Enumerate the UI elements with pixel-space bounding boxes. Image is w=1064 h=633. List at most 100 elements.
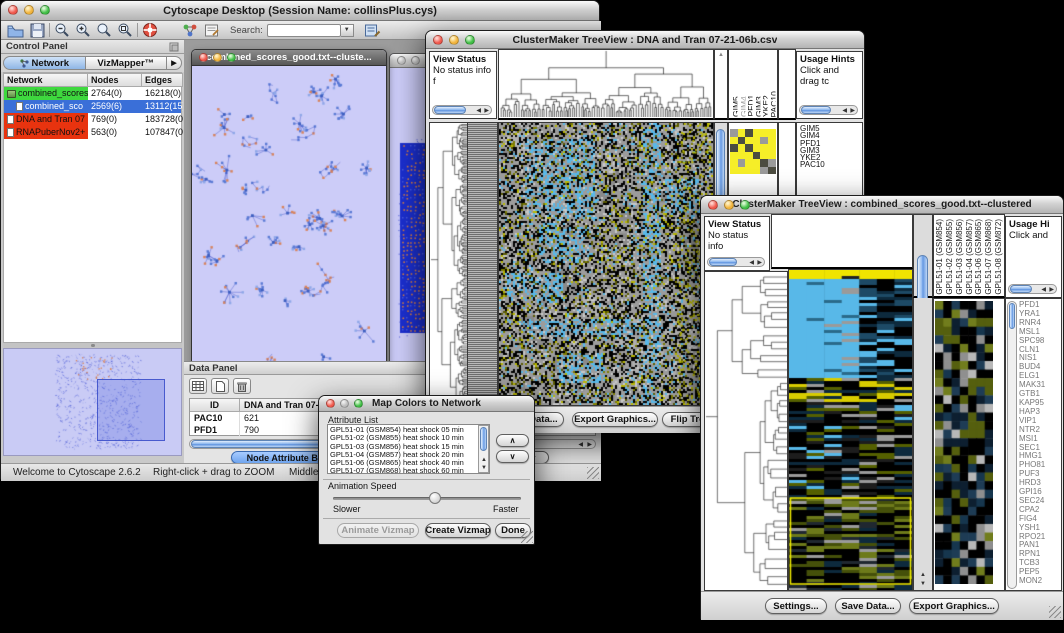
report-icon[interactable] [364, 23, 381, 38]
treeview2-column-dendrogram[interactable] [771, 214, 913, 269]
zoom-window-icon[interactable] [740, 200, 750, 210]
attribute-list-item[interactable]: GPL51-04 (GSM857) heat shock 20 min [330, 451, 487, 459]
scroll-left-icon[interactable]: ◀ [476, 108, 481, 114]
scroll-up-icon[interactable]: ▲ [920, 572, 926, 578]
column-label[interactable]: GIM5 [731, 96, 738, 117]
gene-list-scrollbar[interactable] [1007, 301, 1017, 589]
matrix-cell[interactable] [753, 137, 761, 145]
matrix-cell[interactable] [753, 167, 761, 175]
treeview2-titlebar[interactable]: ClusterMaker TreeView : combined_scores_… [701, 196, 1063, 214]
tab-network[interactable]: Network [3, 56, 86, 70]
minimize-icon[interactable] [24, 5, 34, 15]
scroll-right-icon[interactable]: ▶ [1049, 287, 1054, 293]
treeview1-heatmap[interactable] [498, 122, 714, 406]
zoom-window-icon[interactable] [227, 53, 236, 62]
network-row[interactable]: combined_scores_ 2764(0) 16218(0) [4, 87, 181, 100]
network-overview-panel[interactable] [3, 348, 182, 456]
matrix-cell[interactable] [760, 167, 768, 175]
matrix-cell[interactable] [768, 152, 776, 160]
minimize-icon[interactable] [340, 399, 349, 408]
scroll-right-icon[interactable]: ▶ [757, 260, 762, 266]
zoom-in-icon[interactable] [75, 22, 91, 38]
column-label[interactable]: GPL51-02 (GSM855) [945, 219, 954, 295]
attribute-list-item[interactable]: GPL51-07 (GSM868) heat shock 60 min [330, 467, 487, 474]
scroll-up-icon[interactable]: ▲ [718, 52, 724, 58]
scroll-left-icon[interactable]: ◀ [1041, 287, 1046, 293]
treeview2-column-labels[interactable]: GPL51-01 (GSM854)GPL51-02 (GSM855)GPL51-… [933, 214, 1005, 298]
matrix-cell[interactable] [730, 137, 738, 145]
column-label[interactable]: GPL51-06 (GSM865) [974, 219, 983, 295]
col-network[interactable]: Network [4, 73, 88, 87]
scroll-up-icon[interactable]: ▲ [481, 457, 487, 463]
network-table-header[interactable]: Network Nodes Edges [4, 73, 181, 87]
delete-attribute-button[interactable] [233, 378, 251, 394]
hscroll-thumb[interactable] [434, 106, 466, 114]
attribute-list-scrollbar[interactable]: ▲ ▼ [478, 425, 489, 473]
treeview2-row-dendrogram[interactable] [704, 271, 788, 591]
matrix-cell[interactable] [760, 152, 768, 160]
close-icon[interactable] [199, 53, 208, 62]
column-label[interactable]: YKE2 [761, 95, 768, 117]
matrix-cell[interactable] [768, 129, 776, 137]
search-input[interactable] [267, 24, 341, 37]
resize-grip[interactable] [1049, 606, 1061, 618]
zoom-window-icon[interactable] [354, 399, 363, 408]
scroll-right-icon[interactable]: ▶ [587, 442, 592, 448]
column-label[interactable]: PFD1 [746, 95, 753, 117]
move-down-button[interactable]: ∨ [496, 450, 529, 463]
matrix-cell[interactable] [745, 167, 753, 175]
col-nodes[interactable]: Nodes [88, 73, 142, 87]
matrix-cell[interactable] [730, 144, 738, 152]
treeview2-vscrollbar-lower[interactable]: ▲ ▼ [913, 298, 933, 591]
settings-button[interactable]: Settings... [765, 598, 827, 614]
zoom-window-icon[interactable] [465, 35, 475, 45]
search-dropdown-icon[interactable]: ▼ [341, 24, 354, 37]
matrix-cell[interactable] [738, 129, 746, 137]
resize-grip[interactable] [521, 531, 533, 543]
hscroll-thumb[interactable] [709, 258, 737, 266]
treeview1-row-labels-strip[interactable] [468, 122, 498, 406]
close-icon[interactable] [8, 5, 18, 15]
tab-overflow-button[interactable]: ▶ [167, 56, 182, 70]
matrix-cell[interactable] [760, 129, 768, 137]
network-row[interactable]: DNA and Tran 07 769(0) 183728(0) [4, 113, 181, 126]
attribute-list-item[interactable]: GPL51-03 (GSM856) heat shock 15 min [330, 443, 487, 451]
create-vizmap-button[interactable]: Create Vizmap [425, 523, 491, 538]
close-icon[interactable] [433, 35, 443, 45]
zoom-window-icon[interactable] [40, 5, 50, 15]
move-up-button[interactable]: ∧ [496, 434, 529, 447]
vizmapper-icon[interactable] [182, 23, 198, 38]
help-lifering-icon[interactable] [142, 22, 158, 38]
attribute-list-item[interactable]: GPL51-06 (GSM865) heat shock 40 min [330, 459, 487, 467]
matrix-cell[interactable] [738, 152, 746, 160]
matrix-cell[interactable] [768, 137, 776, 145]
heatmap-canvas[interactable] [499, 123, 713, 405]
zoom-out-icon[interactable] [54, 22, 70, 38]
matrix-cell[interactable] [738, 144, 746, 152]
column-label[interactable]: GIM4 [739, 96, 746, 117]
network-graph-canvas[interactable] [192, 66, 386, 361]
save-data-button[interactable]: Save Data... [835, 598, 901, 614]
column-label[interactable]: GPL51-08 (GSM872) [994, 219, 1003, 295]
network-row[interactable]: RNAPuberNov2+ 563(0) 107847(0) [4, 126, 181, 139]
animation-speed-slider-thumb[interactable] [429, 492, 441, 504]
animate-vizmap-button[interactable]: Animate Vizmap [337, 523, 419, 538]
matrix-cell[interactable] [745, 137, 753, 145]
matrix-cell[interactable] [760, 159, 768, 167]
column-label[interactable]: GPL51-03 (GSM856) [955, 219, 964, 295]
col-edges[interactable]: Edges [142, 73, 183, 87]
column-label[interactable]: PAC10 [769, 91, 776, 117]
treeview2-vscrollbar-upper[interactable] [913, 214, 933, 298]
main-titlebar[interactable]: Cytoscape Desktop (Session Name: collins… [1, 1, 599, 21]
matrix-cell[interactable] [745, 129, 753, 137]
resize-grip[interactable] [587, 467, 599, 479]
scroll-down-icon[interactable]: ▼ [481, 465, 487, 471]
scroll-down-icon[interactable]: ▼ [920, 581, 926, 587]
hscroll-thumb[interactable] [801, 106, 831, 114]
matrix-cell[interactable] [738, 137, 746, 145]
scroll-left-icon[interactable]: ◀ [842, 108, 847, 114]
matrix-cell[interactable] [768, 167, 776, 175]
column-label[interactable]: GPL51-04 (GSM857) [965, 219, 974, 295]
zoom-fit-icon[interactable] [117, 22, 133, 38]
treeview2-gene-list[interactable]: PFD1YRA1RNR4MSL1SPC98CLN1NIS1BUD4ELG1MAK… [1019, 301, 1061, 589]
